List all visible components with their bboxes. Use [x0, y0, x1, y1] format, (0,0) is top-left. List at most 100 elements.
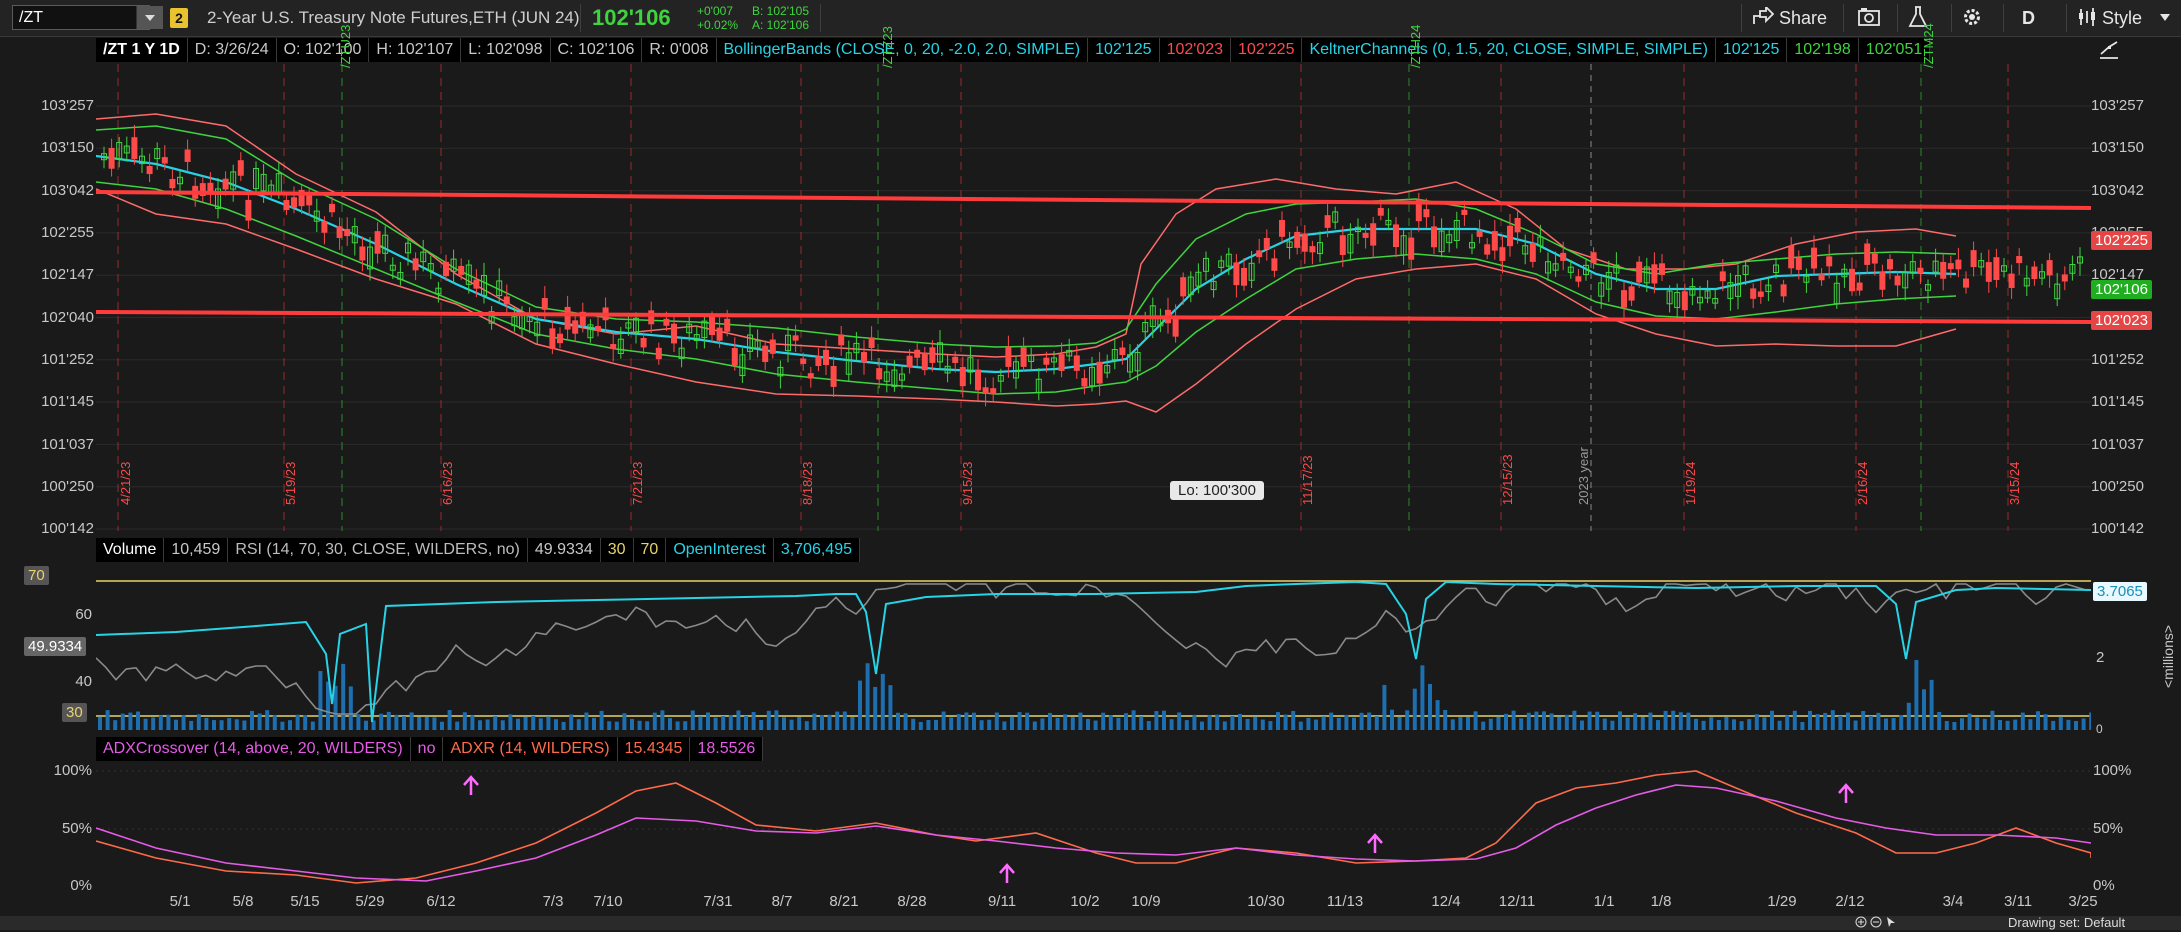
volume-bar [485, 719, 490, 730]
candle-body [1621, 290, 1627, 308]
candle-body [1233, 262, 1240, 286]
candle-body [975, 369, 981, 391]
symbol-period-label[interactable]: /ZT 1 Y 1D [96, 38, 188, 62]
bollinger-mid-line [96, 154, 1957, 374]
candle-body [1826, 256, 1833, 267]
price-axis-right-tick: 103'150 [2091, 139, 2144, 156]
volume-bar [721, 716, 726, 730]
candle-body [769, 339, 776, 354]
link-group-badge[interactable]: 2 [170, 8, 188, 28]
volume-label[interactable]: Volume [96, 538, 165, 562]
volume-bar [1504, 713, 1508, 730]
volume-bar [1770, 710, 1774, 730]
candle-body [1955, 259, 1962, 270]
candle-body [762, 345, 769, 363]
chevron-down-icon [2160, 14, 2170, 21]
volume-bar [166, 714, 171, 730]
volume-bar [1549, 713, 1554, 730]
zoom-in-icon[interactable] [1855, 916, 1867, 928]
volume-bar [926, 720, 931, 730]
rsi-overbought: 70 [633, 538, 667, 562]
candle-body [1020, 347, 1027, 367]
adx-axis-left-tick: 50% [61, 820, 92, 837]
bar-date: D: 3/26/24 [187, 38, 277, 62]
symbol-dropdown-button[interactable] [136, 6, 163, 29]
adx-crossover-label[interactable]: ADXCrossover (14, above, 20, WILDERS) [96, 737, 411, 761]
candle-body [1073, 355, 1080, 371]
candle-body [222, 178, 229, 190]
adxr-value: 15.4345 [617, 737, 691, 761]
volume-bar [1724, 716, 1729, 730]
drawing-set-label[interactable]: Drawing set: Default [2008, 916, 2125, 930]
volume-bar [386, 711, 391, 730]
time-axis-tick: 1/8 [1650, 893, 1672, 910]
candle-body [1750, 288, 1757, 299]
volume-bar [1336, 717, 1341, 730]
date-marker-label: 3/15/24 [2007, 461, 2022, 505]
adxr-label[interactable]: ADXR (14, WILDERS) [443, 737, 618, 761]
volume-bar [1359, 712, 1364, 730]
time-axis-tick: 3/4 [1942, 893, 1964, 910]
candle-body [161, 157, 168, 164]
candle-body [1887, 259, 1893, 270]
zoom-out-icon[interactable] [1870, 916, 1882, 928]
candle-body [1757, 291, 1764, 297]
symbol-input[interactable]: /ZT [12, 5, 150, 30]
candle-body [1301, 233, 1308, 252]
candle-body [1849, 268, 1855, 292]
volume-bar [508, 714, 513, 730]
volume-bar [1929, 679, 1934, 730]
price-axis-left-tick: 102'147 [41, 266, 94, 283]
volume-rsi-pane[interactable] [96, 564, 2091, 730]
style-dropdown-arrow[interactable] [2160, 4, 2170, 32]
candle-body [359, 246, 366, 261]
price-chart-pane[interactable] [96, 64, 2091, 531]
volume-bar [250, 710, 254, 730]
share-button[interactable]: Share [1752, 4, 1827, 32]
net-change: +0'007 [697, 4, 733, 18]
candle-body [1279, 219, 1285, 237]
volume-bar [804, 721, 809, 730]
cursor-icon[interactable] [1885, 916, 1897, 928]
keltner-label[interactable]: KeltnerChannels (0, 1.5, 20, CLOSE, SIMP… [1302, 38, 1716, 62]
candle-body [830, 366, 837, 387]
volume-bar [873, 686, 878, 730]
candle-body [731, 347, 738, 366]
style-button[interactable]: Style [2077, 4, 2142, 32]
candle-body [2008, 273, 2015, 288]
footer-tools[interactable] [1855, 916, 1897, 930]
volume-bar [364, 720, 368, 730]
bar-open: O: 102'100 [276, 38, 370, 62]
candle-body [1263, 237, 1270, 249]
time-axis-tick: 2/12 [1835, 893, 1865, 910]
candle-body [1499, 247, 1506, 261]
bollinger-label[interactable]: BollingerBands (CLOSE, 0, 20, -2.0, 2.0,… [716, 38, 1089, 62]
date-marker-label: 9/15/23 [960, 461, 975, 505]
period-button[interactable]: D [2022, 4, 2035, 32]
volume-bar [599, 710, 604, 730]
candle-body [549, 328, 556, 349]
snapshot-button[interactable] [1857, 4, 1881, 32]
volume-bar [1291, 710, 1296, 730]
candle-body [1795, 257, 1802, 270]
candle-body [1514, 218, 1521, 233]
candle-body [336, 226, 343, 238]
volume-bar [1010, 716, 1014, 730]
drawing-tool-icon[interactable] [2097, 38, 2121, 62]
volume-bar [1671, 710, 1676, 730]
volume-bar [432, 717, 437, 730]
settings-button[interactable] [1961, 4, 1983, 32]
volume-bar [356, 714, 361, 730]
open-interest-label[interactable]: OpenInterest [666, 538, 774, 562]
volume-bar [1321, 716, 1326, 730]
rsi-axis-70: 70 [24, 566, 49, 585]
candle-body [800, 358, 807, 364]
volume-bar [1542, 711, 1546, 730]
resistance-trendline[interactable] [96, 190, 2091, 210]
volume-bar [1861, 711, 1866, 730]
candle-body [1408, 237, 1415, 260]
volume-bar [1785, 715, 1790, 730]
rsi-label[interactable]: RSI (14, 70, 30, CLOSE, WILDERS, no) [228, 538, 528, 562]
candle-body [1484, 244, 1491, 255]
adx-pane[interactable] [96, 763, 2091, 889]
